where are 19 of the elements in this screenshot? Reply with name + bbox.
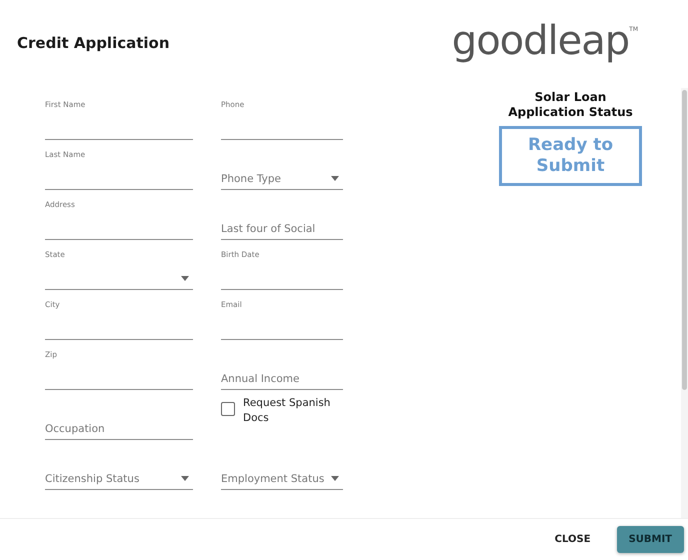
submit-button[interactable]: SUBMIT <box>616 526 684 553</box>
logo: goodleap <box>452 18 630 64</box>
caret-icon <box>331 176 339 181</box>
select-field[interactable]: Phone Type <box>221 168 343 190</box>
checkbox[interactable] <box>221 402 235 416</box>
caret-icon <box>331 476 339 481</box>
caret-icon <box>181 276 189 281</box>
status-heading: Solar Loan Application Status <box>507 90 634 120</box>
select-field[interactable]: Employment Status <box>221 468 343 490</box>
select-field[interactable]: Citizenship Status <box>45 468 193 490</box>
caret-icon <box>181 476 189 481</box>
input-field[interactable]: Last four of Social <box>221 218 343 240</box>
status-badge: Ready to Submit <box>499 126 642 186</box>
checkbox-label: Request Spanish Docs <box>243 396 332 426</box>
scrollbar[interactable] <box>681 88 688 518</box>
close-button[interactable]: CLOSE <box>542 526 603 553</box>
input-field[interactable]: Annual Income <box>221 368 343 390</box>
input-field[interactable]: Occupation <box>45 418 193 440</box>
dialog-title: Credit Application <box>17 34 170 52</box>
